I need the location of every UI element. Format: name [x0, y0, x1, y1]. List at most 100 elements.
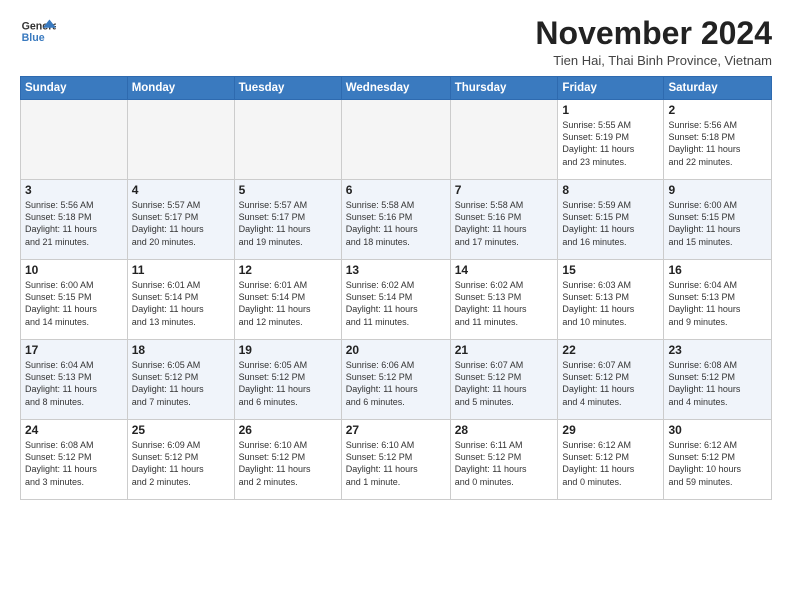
- day-cell: 19 Sunrise: 6:05 AM Sunset: 5:12 PM Dayli…: [234, 340, 341, 420]
- col-sunday: Sunday: [21, 77, 128, 100]
- day-info: Sunrise: 5:58 AM Sunset: 5:16 PM Dayligh…: [455, 199, 554, 248]
- day-info: Sunrise: 6:12 AM Sunset: 5:12 PM Dayligh…: [562, 439, 659, 488]
- day-info: Sunrise: 6:11 AM Sunset: 5:12 PM Dayligh…: [455, 439, 554, 488]
- day-info: Sunrise: 6:05 AM Sunset: 5:12 PM Dayligh…: [132, 359, 230, 408]
- day-info: Sunrise: 6:03 AM Sunset: 5:13 PM Dayligh…: [562, 279, 659, 328]
- calendar: Sunday Monday Tuesday Wednesday Thursday…: [20, 76, 772, 500]
- day-cell: 12Sunrise: 6:01 AM Sunset: 5:14 PM Dayli…: [234, 260, 341, 340]
- col-saturday: Saturday: [664, 77, 772, 100]
- col-tuesday: Tuesday: [234, 77, 341, 100]
- day-info: Sunrise: 6:07 AM Sunset: 5:12 PM Dayligh…: [562, 359, 659, 408]
- svg-text:Blue: Blue: [22, 32, 45, 44]
- day-number: 3: [25, 183, 123, 197]
- day-info: Sunrise: 6:06 AM Sunset: 5:12 PM Dayligh…: [346, 359, 446, 408]
- day-info: Sunrise: 6:08 AM Sunset: 5:12 PM Dayligh…: [668, 359, 767, 408]
- day-info: Sunrise: 5:56 AM Sunset: 5:18 PM Dayligh…: [25, 199, 123, 248]
- day-number: 19: [239, 343, 337, 357]
- day-number: 26: [239, 423, 337, 437]
- day-info: Sunrise: 5:55 AM Sunset: 5:19 PM Dayligh…: [562, 119, 659, 168]
- day-cell: 29Sunrise: 6:12 AM Sunset: 5:12 PM Dayli…: [558, 420, 664, 500]
- day-cell: 9Sunrise: 6:00 AM Sunset: 5:15 PM Daylig…: [664, 180, 772, 260]
- day-number: 10: [25, 263, 123, 277]
- day-info: Sunrise: 6:00 AM Sunset: 5:15 PM Dayligh…: [25, 279, 123, 328]
- col-friday: Friday: [558, 77, 664, 100]
- day-number: 2: [668, 103, 767, 117]
- title-block: November 2024 Tien Hai, Thai Binh Provin…: [535, 16, 772, 68]
- day-number: 1: [562, 103, 659, 117]
- day-info: Sunrise: 6:09 AM Sunset: 5:12 PM Dayligh…: [132, 439, 230, 488]
- day-info: Sunrise: 6:10 AM Sunset: 5:12 PM Dayligh…: [239, 439, 337, 488]
- day-cell: 16Sunrise: 6:04 AM Sunset: 5:13 PM Dayli…: [664, 260, 772, 340]
- calendar-body: 1 Sunrise: 5:55 AM Sunset: 5:19 PM Daylig…: [21, 100, 772, 500]
- day-info: Sunrise: 6:00 AM Sunset: 5:15 PM Dayligh…: [668, 199, 767, 248]
- day-cell: 24 Sunrise: 6:08 AM Sunset: 5:12 PM Dayli…: [21, 420, 128, 500]
- day-cell: 4 Sunrise: 5:57 AM Sunset: 5:17 PM Daylig…: [127, 180, 234, 260]
- day-cell: 5 Sunrise: 5:57 AM Sunset: 5:17 PM Daylig…: [234, 180, 341, 260]
- day-info: Sunrise: 6:08 AM Sunset: 5:12 PM Dayligh…: [25, 439, 123, 488]
- day-info: Sunrise: 5:59 AM Sunset: 5:15 PM Dayligh…: [562, 199, 659, 248]
- day-cell: 27 Sunrise: 6:10 AM Sunset: 5:12 PM Dayli…: [341, 420, 450, 500]
- day-cell: 11 Sunrise: 6:01 AM Sunset: 5:14 PM Dayli…: [127, 260, 234, 340]
- day-info: Sunrise: 5:57 AM Sunset: 5:17 PM Dayligh…: [132, 199, 230, 248]
- day-info: Sunrise: 5:56 AM Sunset: 5:18 PM Dayligh…: [668, 119, 767, 168]
- header-row: General Blue November 2024 Tien Hai, Tha…: [20, 16, 772, 68]
- day-info: Sunrise: 6:01 AM Sunset: 5:14 PM Dayligh…: [239, 279, 337, 328]
- col-monday: Monday: [127, 77, 234, 100]
- day-cell: 21Sunrise: 6:07 AM Sunset: 5:12 PM Dayli…: [450, 340, 558, 420]
- day-cell: 14Sunrise: 6:02 AM Sunset: 5:13 PM Dayli…: [450, 260, 558, 340]
- day-cell: 23 Sunrise: 6:08 AM Sunset: 5:12 PM Dayli…: [664, 340, 772, 420]
- day-number: 5: [239, 183, 337, 197]
- week-row-2: 10 Sunrise: 6:00 AM Sunset: 5:15 PM Dayli…: [21, 260, 772, 340]
- day-number: 30: [668, 423, 767, 437]
- day-info: Sunrise: 5:57 AM Sunset: 5:17 PM Dayligh…: [239, 199, 337, 248]
- month-title: November 2024: [535, 16, 772, 51]
- day-cell: 15 Sunrise: 6:03 AM Sunset: 5:13 PM Dayli…: [558, 260, 664, 340]
- day-info: Sunrise: 6:01 AM Sunset: 5:14 PM Dayligh…: [132, 279, 230, 328]
- day-info: Sunrise: 6:02 AM Sunset: 5:14 PM Dayligh…: [346, 279, 446, 328]
- day-cell: 26 Sunrise: 6:10 AM Sunset: 5:12 PM Dayli…: [234, 420, 341, 500]
- day-info: Sunrise: 6:04 AM Sunset: 5:13 PM Dayligh…: [25, 359, 123, 408]
- col-thursday: Thursday: [450, 77, 558, 100]
- day-cell: 1 Sunrise: 5:55 AM Sunset: 5:19 PM Daylig…: [558, 100, 664, 180]
- day-cell: [341, 100, 450, 180]
- day-number: 11: [132, 263, 230, 277]
- location: Tien Hai, Thai Binh Province, Vietnam: [535, 53, 772, 68]
- col-wednesday: Wednesday: [341, 77, 450, 100]
- day-cell: 30 Sunrise: 6:12 AM Sunset: 5:12 PM Dayli…: [664, 420, 772, 500]
- day-cell: 28 Sunrise: 6:11 AM Sunset: 5:12 PM Dayli…: [450, 420, 558, 500]
- day-cell: [234, 100, 341, 180]
- week-row-3: 17Sunrise: 6:04 AM Sunset: 5:13 PM Dayli…: [21, 340, 772, 420]
- week-row-0: 1 Sunrise: 5:55 AM Sunset: 5:19 PM Daylig…: [21, 100, 772, 180]
- day-cell: 8Sunrise: 5:59 AM Sunset: 5:15 PM Daylig…: [558, 180, 664, 260]
- day-cell: [450, 100, 558, 180]
- day-cell: 7 Sunrise: 5:58 AM Sunset: 5:16 PM Daylig…: [450, 180, 558, 260]
- day-number: 27: [346, 423, 446, 437]
- day-info: Sunrise: 6:05 AM Sunset: 5:12 PM Dayligh…: [239, 359, 337, 408]
- day-number: 14: [455, 263, 554, 277]
- logo-icon: General Blue: [20, 16, 56, 46]
- day-number: 7: [455, 183, 554, 197]
- day-cell: 18 Sunrise: 6:05 AM Sunset: 5:12 PM Dayli…: [127, 340, 234, 420]
- day-number: 21: [455, 343, 554, 357]
- day-number: 22: [562, 343, 659, 357]
- day-info: Sunrise: 6:10 AM Sunset: 5:12 PM Dayligh…: [346, 439, 446, 488]
- day-cell: 20Sunrise: 6:06 AM Sunset: 5:12 PM Dayli…: [341, 340, 450, 420]
- day-number: 18: [132, 343, 230, 357]
- day-number: 16: [668, 263, 767, 277]
- week-row-1: 3 Sunrise: 5:56 AM Sunset: 5:18 PM Daylig…: [21, 180, 772, 260]
- day-cell: 10 Sunrise: 6:00 AM Sunset: 5:15 PM Dayli…: [21, 260, 128, 340]
- day-number: 23: [668, 343, 767, 357]
- day-number: 4: [132, 183, 230, 197]
- day-number: 28: [455, 423, 554, 437]
- day-number: 13: [346, 263, 446, 277]
- day-cell: 13 Sunrise: 6:02 AM Sunset: 5:14 PM Dayli…: [341, 260, 450, 340]
- day-number: 15: [562, 263, 659, 277]
- day-cell: 3 Sunrise: 5:56 AM Sunset: 5:18 PM Daylig…: [21, 180, 128, 260]
- logo: General Blue: [20, 16, 60, 46]
- day-cell: [127, 100, 234, 180]
- day-cell: [21, 100, 128, 180]
- day-number: 25: [132, 423, 230, 437]
- day-cell: 2 Sunrise: 5:56 AM Sunset: 5:18 PM Daylig…: [664, 100, 772, 180]
- day-number: 24: [25, 423, 123, 437]
- day-info: Sunrise: 6:12 AM Sunset: 5:12 PM Dayligh…: [668, 439, 767, 488]
